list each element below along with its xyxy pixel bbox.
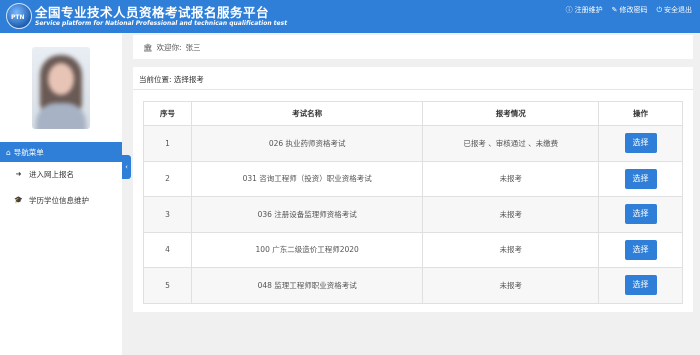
row-index: 4 [143,231,192,268]
row-exam-name: 026 执业药师资格考试 [190,125,424,162]
row-action-cell: 选择 [598,231,683,268]
table-row: 4 100 广东二级造价工程师2020 未报考 选择 [143,231,683,268]
select-button[interactable]: 选择 [624,239,657,260]
row-action-cell: 选择 [598,160,683,197]
divider [133,89,693,90]
power-icon: ⏻ [656,5,662,14]
row-status: 未报考 [422,267,600,304]
exam-selection-panel: 当前位置: 选择报考 序号 考试名称 报考情况 操作 1 026 执业药师资格考… [133,67,693,312]
row-index: 1 [143,125,192,162]
site-subtitle: Service platform for National Profession… [35,20,288,27]
sidebar: ⌂ 导航菜单 ➜ 进入网上报名 🎓 学历学位信息维护 [0,33,122,355]
chevron-left-icon: ‹ [125,163,128,171]
column-header-status: 报考情况 [422,101,600,126]
table-row: 3 036 注册设备监理师资格考试 未报考 选择 [143,196,683,233]
sidebar-item-label: 学历学位信息维护 [29,195,89,205]
row-action-cell: 选择 [598,125,683,162]
column-header-index: 序号 [143,101,192,126]
table-row: 1 026 执业药师资格考试 已报考 、审核通过 、未缴费 选择 [143,125,683,162]
table-header-row: 序号 考试名称 报考情况 操作 [143,101,683,126]
bank-icon: 🏛 [143,42,153,52]
row-action-cell: 选择 [598,196,683,233]
row-index: 2 [143,160,192,197]
row-index: 3 [143,196,192,233]
home-icon: ⌂ [6,147,11,157]
register-maintain-link[interactable]: ⓘ 注册维护 [566,5,603,15]
row-exam-name: 100 广东二级造价工程师2020 [190,231,424,268]
row-action-cell: 选择 [598,267,683,304]
table-row: 2 031 咨询工程师（投资）职业资格考试 未报考 选择 [143,160,683,197]
row-exam-name: 036 注册设备监理师资格考试 [190,196,424,233]
row-exam-name: 031 咨询工程师（投资）职业资格考试 [190,160,424,197]
row-status: 未报考 [422,196,600,233]
info-icon: ⓘ [565,6,573,14]
header-links: ⓘ 注册维护 ✎ 修改密码 ⏻ 安全退出 [566,5,692,15]
select-button[interactable]: 选择 [624,168,657,189]
table-row: 5 048 监理工程师职业资格考试 未报考 选择 [143,267,683,304]
logo-text: PTN [11,14,25,21]
platform-logo: PTN [6,3,32,29]
nav-menu-header[interactable]: ⌂ 导航菜单 [0,142,122,162]
select-button[interactable]: 选择 [624,133,657,154]
row-status: 未报考 [422,231,600,268]
sidebar-item-online-registration[interactable]: ➜ 进入网上报名 [0,163,122,185]
graduation-cap-icon: 🎓 [14,196,23,204]
row-status: 未报考 [422,160,600,197]
top-header: PTN 全国专业技术人员资格考试报名服务平台 Service platform … [0,0,700,33]
exam-table: 序号 考试名称 报考情况 操作 1 026 执业药师资格考试 已报考 、审核通过… [143,101,683,304]
column-header-exam-name: 考试名称 [190,101,424,126]
site-title: 全国专业技术人员资格考试报名服务平台 [35,5,270,20]
column-header-action: 操作 [598,101,683,126]
welcome-text: 欢迎你: [156,42,182,52]
sidebar-collapse-toggle[interactable]: ‹ [122,155,131,179]
sidebar-item-education-info[interactable]: 🎓 学历学位信息维护 [0,189,122,211]
row-exam-name: 048 监理工程师职业资格考试 [190,267,424,304]
register-maintain-label: 注册维护 [574,6,603,14]
sign-in-icon: ➜ [15,170,22,178]
select-button[interactable]: 选择 [624,204,657,225]
breadcrumb: 当前位置: 选择报考 [139,75,204,84]
welcome-bar: 🏛 欢迎你: 张三 [133,35,693,59]
change-password-link[interactable]: ✎ 修改密码 [612,5,648,15]
row-index: 5 [143,267,192,304]
nav-menu-title: 导航菜单 [13,147,44,157]
logout-link[interactable]: ⏻ 安全退出 [656,5,692,15]
row-status: 已报考 、审核通过 、未缴费 [422,125,600,162]
select-button[interactable]: 选择 [624,275,657,296]
avatar [32,47,90,129]
user-name: 张三 [185,42,201,52]
logout-label: 安全退出 [664,6,692,14]
sidebar-item-label: 进入网上报名 [29,169,74,179]
edit-icon: ✎ [611,6,618,14]
change-password-label: 修改密码 [619,6,648,14]
